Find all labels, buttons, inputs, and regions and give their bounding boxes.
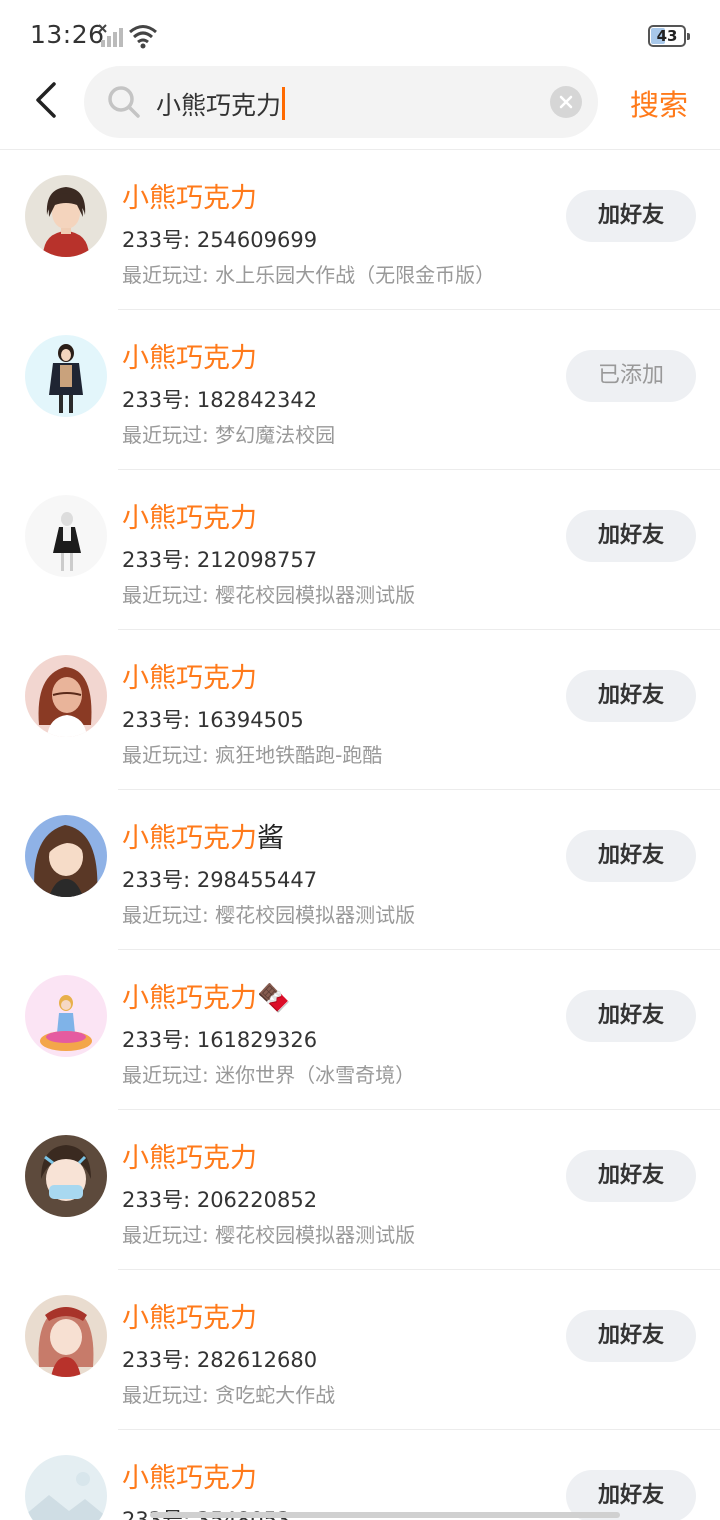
search-input[interactable]: 小熊巧克力 <box>156 86 286 122</box>
add-friend-button[interactable]: 加好友 <box>566 510 696 562</box>
add-friend-button[interactable]: 加好友 <box>566 670 696 722</box>
user-id: 233号: 16394505 <box>122 708 304 732</box>
result-row[interactable]: 小熊巧克力 233号: 254609699 最近玩过: 水上乐园大作战（无限金币… <box>0 150 720 310</box>
home-indicator[interactable] <box>150 1512 620 1518</box>
name-match: 小熊巧克力 <box>122 1463 257 1494</box>
add-friend-button[interactable]: 加好友 <box>566 1150 696 1202</box>
name-match: 小熊巧克力 <box>122 1143 257 1174</box>
wifi-icon <box>129 25 157 49</box>
back-button[interactable] <box>24 76 70 128</box>
avatar[interactable] <box>25 1455 107 1520</box>
result-row[interactable]: 小熊巧克力 233号: 182842342 最近玩过: 梦幻魔法校园 已添加 <box>0 310 720 470</box>
result-row[interactable]: 小熊巧克力 233号: 16394505 最近玩过: 疯狂地铁酷跑-跑酷 加好友 <box>0 630 720 790</box>
user-name: 小熊巧克力 <box>122 496 257 535</box>
clear-icon <box>559 95 573 109</box>
recent-played: 最近玩过: 迷你世界（冰雪奇境） <box>122 1063 416 1087</box>
user-name: 小熊巧克力 <box>122 1296 257 1335</box>
search-icon <box>108 86 140 118</box>
user-name: 小熊巧克力🍫 <box>122 976 291 1015</box>
add-friend-button[interactable]: 加好友 <box>566 1310 696 1362</box>
recent-played: 最近玩过: 樱花校园模拟器测试版 <box>122 1223 416 1247</box>
name-match: 小熊巧克力 <box>122 663 257 694</box>
user-name: 小熊巧克力 <box>122 656 257 695</box>
recent-played: 最近玩过: 樱花校园模拟器测试版 <box>122 903 416 927</box>
battery-icon: 43 <box>648 25 690 47</box>
recent-played: 最近玩过: 疯狂地铁酷跑-跑酷 <box>122 743 383 767</box>
user-id: 233号: 254609699 <box>122 228 318 252</box>
result-row[interactable]: 小熊巧克力 233号: 282612680 最近玩过: 贪吃蛇大作战 加好友 <box>0 1270 720 1430</box>
name-match: 小熊巧克力 <box>122 503 257 534</box>
back-arrow-icon <box>36 82 56 118</box>
user-id: 233号: 161829326 <box>122 1028 318 1052</box>
avatar[interactable] <box>25 495 107 577</box>
avatar[interactable] <box>25 975 107 1057</box>
recent-played: 最近玩过: 水上乐园大作战（无限金币版） <box>122 263 496 287</box>
text-caret <box>282 87 286 120</box>
result-row[interactable]: 小熊巧克力 233号: 206220852 最近玩过: 樱花校园模拟器测试版 加… <box>0 1110 720 1270</box>
name-match: 小熊巧克力 <box>122 823 257 854</box>
avatar-image <box>25 335 107 417</box>
user-name: 小熊巧克力 <box>122 176 257 215</box>
avatar[interactable] <box>25 1295 107 1377</box>
results-list: 小熊巧克力 233号: 254609699 最近玩过: 水上乐园大作战（无限金币… <box>0 150 720 1520</box>
avatar[interactable] <box>25 335 107 417</box>
avatar[interactable] <box>25 815 107 897</box>
avatar-image <box>25 1455 107 1520</box>
result-row[interactable]: 小熊巧克力酱 233号: 298455447 最近玩过: 樱花校园模拟器测试版 … <box>0 790 720 950</box>
battery-level: 43 <box>656 27 678 45</box>
add-friend-button[interactable]: 加好友 <box>566 830 696 882</box>
sim-off-icon <box>98 24 123 47</box>
result-row[interactable]: 小熊巧克力 233号: 3548053 加好友 <box>0 1430 720 1520</box>
avatar-image <box>25 495 107 577</box>
avatar-image <box>25 655 107 737</box>
result-row[interactable]: 小熊巧克力🍫 233号: 161829326 最近玩过: 迷你世界（冰雪奇境） … <box>0 950 720 1110</box>
user-id: 233号: 182842342 <box>122 388 318 412</box>
user-id: 233号: 298455447 <box>122 868 318 892</box>
add-friend-button[interactable]: 加好友 <box>566 990 696 1042</box>
recent-played: 最近玩过: 梦幻魔法校园 <box>122 423 336 447</box>
recent-played: 最近玩过: 贪吃蛇大作战 <box>122 1383 336 1407</box>
avatar-image <box>25 1295 107 1377</box>
avatar[interactable] <box>25 1135 107 1217</box>
search-button[interactable]: 搜索 <box>630 82 688 124</box>
name-suffix: 酱 <box>257 823 284 854</box>
avatar-image <box>25 1135 107 1217</box>
user-name: 小熊巧克力 <box>122 336 257 375</box>
search-query: 小熊巧克力 <box>156 91 282 120</box>
name-match: 小熊巧克力 <box>122 183 257 214</box>
result-row[interactable]: 小熊巧克力 233号: 212098757 最近玩过: 樱花校园模拟器测试版 加… <box>0 470 720 630</box>
user-name: 小熊巧克力 <box>122 1136 257 1175</box>
avatar[interactable] <box>25 655 107 737</box>
avatar[interactable] <box>25 175 107 257</box>
add-friend-button[interactable]: 加好友 <box>566 190 696 242</box>
user-id: 233号: 282612680 <box>122 1348 318 1372</box>
status-bar: 13:26 43 <box>0 0 720 70</box>
name-suffix: 🍫 <box>257 983 291 1014</box>
name-match: 小熊巧克力 <box>122 983 257 1014</box>
name-match: 小熊巧克力 <box>122 1303 257 1334</box>
status-time: 13:26 <box>30 20 105 49</box>
user-id: 233号: 206220852 <box>122 1188 318 1212</box>
user-name: 小熊巧克力酱 <box>122 816 284 855</box>
avatar-image <box>25 175 107 257</box>
search-box[interactable]: 小熊巧克力 <box>84 66 598 138</box>
recent-played: 最近玩过: 樱花校园模拟器测试版 <box>122 583 416 607</box>
search-header: 小熊巧克力 搜索 <box>0 64 720 150</box>
name-match: 小熊巧克力 <box>122 343 257 374</box>
user-name: 小熊巧克力 <box>122 1456 257 1495</box>
battery-tip <box>687 33 690 40</box>
added-status-button[interactable]: 已添加 <box>566 350 696 402</box>
avatar-image <box>25 975 107 1057</box>
clear-button[interactable] <box>550 86 582 118</box>
avatar-image <box>25 815 107 897</box>
user-id: 233号: 212098757 <box>122 548 318 572</box>
